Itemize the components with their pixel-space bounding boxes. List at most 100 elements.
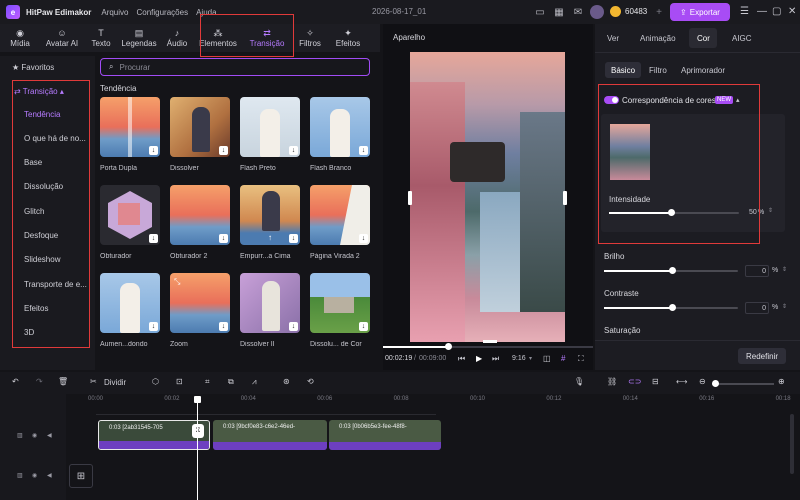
preview-video-frame[interactable] (410, 52, 565, 342)
calendar-icon[interactable]: ▦ (552, 5, 566, 19)
tool-avatar-ai[interactable]: ☺ Avatar AI (40, 24, 84, 52)
prev-frame-icon[interactable]: ⏮ (458, 354, 465, 364)
mirror-icon[interactable]: ⩘ (252, 377, 257, 387)
download-icon[interactable]: ↓ (219, 146, 228, 155)
snapshot-icon[interactable]: ◫ (543, 354, 551, 363)
avatar[interactable] (590, 5, 604, 19)
zoom-slider-knob[interactable] (712, 380, 719, 387)
scrubber-knob[interactable] (445, 343, 452, 350)
zoom-in-icon[interactable]: ⊕ (778, 377, 785, 386)
zoom-slider[interactable] (712, 383, 774, 385)
menu-icon[interactable]: ☰ (740, 6, 749, 17)
snap-icon[interactable]: ⊟ (652, 377, 659, 386)
download-icon[interactable]: ↓ (289, 234, 298, 243)
mail-icon[interactable]: ✉ (571, 5, 585, 19)
thumb-zoom[interactable]: ⤡ ↓ (170, 273, 230, 333)
timeline-clip[interactable]: 0:03 [9bcf0e83-c6e2-46ed- (213, 420, 327, 450)
download-icon[interactable]: ↓ (359, 234, 368, 243)
thumb-flash-black[interactable]: ↓ (240, 97, 300, 157)
download-icon[interactable]: ↓ (149, 146, 158, 155)
volume-icon[interactable]: ◀ (47, 472, 52, 479)
thumb-page-turn-2[interactable]: ↓ (310, 185, 370, 245)
transition-marker-icon[interactable]: ⧖ (192, 424, 204, 438)
replace-icon[interactable]: ⟲ (307, 377, 314, 386)
minimize-icon[interactable]: — (757, 6, 767, 17)
fit-icon[interactable]: ⟷ (676, 377, 687, 386)
ai-tool-icon[interactable]: ⊛ (283, 377, 290, 386)
timeline-scrollbar[interactable] (790, 414, 794, 474)
aspect-ratio-select[interactable]: 9:16 (512, 355, 526, 362)
microphone-icon[interactable]: 🎙 (574, 377, 584, 386)
crop-icon[interactable]: ⌗ (205, 377, 210, 387)
split-button[interactable]: Dividir (104, 378, 126, 387)
tool-text[interactable]: T Texto (84, 24, 118, 52)
thumb-zoom-rotate[interactable]: ↓ (100, 273, 160, 333)
delete-icon[interactable]: 🗑 (58, 377, 68, 386)
feedback-icon[interactable]: ▭ (533, 5, 547, 19)
tab-view[interactable]: Ver (607, 34, 619, 43)
fullscreen-icon[interactable]: ⛶ (578, 354, 584, 364)
thumb-double-door[interactable]: ↓ (100, 97, 160, 157)
search-bar[interactable]: ⌕ Procurar (100, 58, 370, 76)
contrast-value[interactable]: 0 (745, 302, 769, 314)
tool-audio[interactable]: ♪ Áudio (160, 24, 194, 52)
playhead-handle[interactable] (194, 396, 201, 403)
grid-icon[interactable]: # (561, 354, 565, 363)
crop-handle-right[interactable] (563, 191, 567, 205)
subtab-filter[interactable]: Filtro (649, 66, 667, 75)
download-icon[interactable]: ↓ (149, 322, 158, 331)
thumb-push-up[interactable]: ↑ ↓ (240, 185, 300, 245)
close-icon[interactable]: ✕ (788, 6, 796, 17)
tab-aigc[interactable]: AIGC (732, 34, 752, 43)
contrast-slider-knob[interactable] (669, 304, 676, 311)
play-icon[interactable]: ▶ (476, 354, 482, 363)
favorites-item[interactable]: ★ Favoritos (12, 63, 54, 72)
download-icon[interactable]: ↓ (219, 234, 228, 243)
tool-subtitles[interactable]: ▤ Legendas (118, 24, 160, 52)
tool-filters[interactable]: ✧ Filtros (292, 24, 328, 52)
download-icon[interactable]: ↓ (359, 146, 368, 155)
export-button[interactable]: ⇪ Exportar (670, 3, 730, 21)
download-icon[interactable]: ↓ (359, 322, 368, 331)
stepper-icon[interactable]: ⇕ (782, 303, 787, 310)
thumb-flash-white[interactable]: ↓ (310, 97, 370, 157)
thumb-shutter[interactable]: ↓ (100, 185, 160, 245)
tab-animation[interactable]: Animação (640, 34, 676, 43)
tool-effects[interactable]: ✦ Efeitos (328, 24, 368, 52)
reset-button[interactable]: Redefinir (738, 348, 786, 364)
search-input[interactable]: Procurar (119, 63, 150, 72)
eye-icon[interactable]: ◉ (32, 432, 37, 439)
magnet-icon[interactable]: ⊂⊃ (628, 377, 641, 386)
thumb-shutter-2[interactable]: ↓ (170, 185, 230, 245)
freeze-icon[interactable]: ⧉ (228, 377, 234, 387)
download-icon[interactable]: ↓ (149, 234, 158, 243)
thumb-color-dissolve[interactable]: ↓ (310, 273, 370, 333)
download-icon[interactable]: ↓ (219, 322, 228, 331)
mask-icon[interactable]: ⬡ (152, 377, 159, 386)
zoom-out-icon[interactable]: ⊖ (699, 377, 706, 386)
download-icon[interactable]: ↓ (289, 322, 298, 331)
tab-color[interactable]: Cor (697, 34, 710, 43)
subtab-enhancer[interactable]: Aprimorador (681, 66, 725, 75)
stepper-icon[interactable]: ⇕ (768, 207, 773, 214)
subtab-basic[interactable]: Básico (611, 66, 635, 75)
crop-handle-bottom[interactable] (483, 340, 497, 343)
undo-icon[interactable]: ↶ (12, 377, 19, 386)
link-icon[interactable]: ⛓ (607, 377, 617, 386)
add-media-button[interactable]: ⊞ (69, 464, 93, 488)
split-icon[interactable]: ✂ (90, 377, 97, 386)
thumb-dissolve-ii[interactable]: ↓ (240, 273, 300, 333)
tool-media[interactable]: ◉ Mídia (0, 24, 40, 52)
timeline-clip[interactable]: 0:03 [0b06b5e3-fee-48f8- (329, 420, 441, 450)
eye-icon[interactable]: ◉ (32, 472, 37, 479)
menu-configuracoes[interactable]: Configurações (136, 8, 188, 17)
volume-icon[interactable]: ◀ (47, 432, 52, 439)
download-icon[interactable]: ↓ (289, 146, 298, 155)
brightness-value[interactable]: 0 (745, 265, 769, 277)
crop-handle-left[interactable] (408, 191, 412, 205)
add-coins-icon[interactable]: + (652, 5, 666, 19)
menu-arquivo[interactable]: Arquivo (101, 8, 128, 17)
text-tool-icon[interactable]: ⊡ (176, 377, 183, 386)
stepper-icon[interactable]: ⇕ (782, 266, 787, 273)
playhead[interactable] (197, 398, 198, 500)
